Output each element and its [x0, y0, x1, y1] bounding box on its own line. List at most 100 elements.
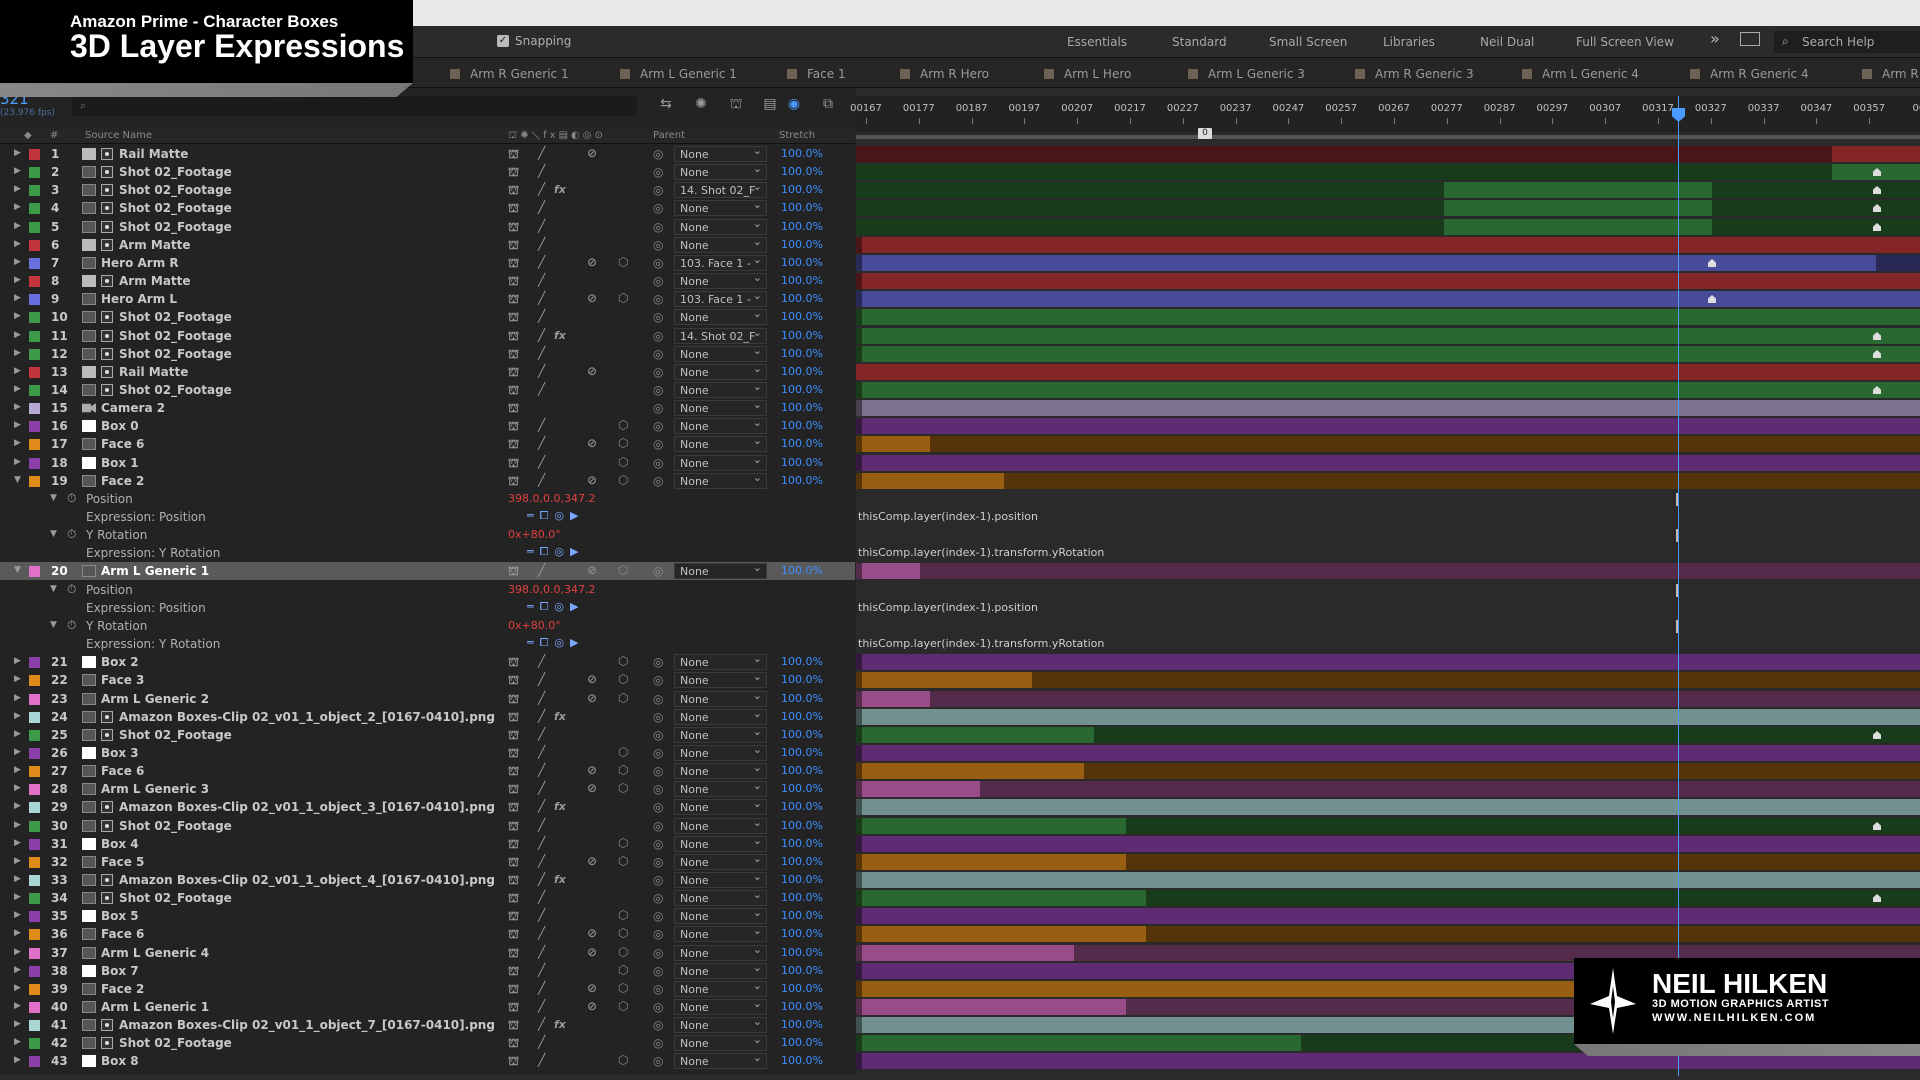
- layer-row[interactable]: ▶ 31 Box 4 ⛫ ╱ ⬡ ◎ None 100.0%: [0, 835, 855, 853]
- layer-row[interactable]: ▶ 7 Hero Arm R ⛫ ╱ ⊘ ⬡ ◎ 103. Face 1 - 100.0%: [0, 254, 855, 272]
- expression-row[interactable]: Expression: Y Rotation ═⧠◎▶: [0, 635, 855, 653]
- layer-bar[interactable]: [862, 237, 1920, 253]
- expression-row[interactable]: Expression: Y Rotation ═⧠◎▶: [0, 544, 855, 562]
- expression-code[interactable]: thisComp.layer(index-1).position: [858, 601, 1038, 614]
- quality-switch-icon[interactable]: ╱: [538, 672, 545, 686]
- shy-switch-icon[interactable]: ⛫: [508, 655, 519, 671]
- comp-tab[interactable]: Face 1: [787, 67, 846, 81]
- pickwhip-icon[interactable]: ◎: [653, 165, 663, 179]
- stretch-value[interactable]: 100.0%: [781, 383, 823, 396]
- quality-switch-icon[interactable]: ╱: [538, 799, 545, 813]
- layer-bar[interactable]: [862, 309, 1920, 325]
- 3d-layer-switch-icon[interactable]: ⬡: [618, 255, 628, 269]
- expand-triangle-icon[interactable]: ▶: [14, 257, 21, 267]
- shy-switch-icon[interactable]: ⛫: [508, 746, 519, 762]
- expand-triangle-icon[interactable]: ▶: [14, 674, 21, 684]
- shy-switch-icon[interactable]: ⛫: [508, 855, 519, 871]
- layer-row[interactable]: ▶ 38 Box 7 ⛫ ╱ ⬡ ◎ None 100.0%: [0, 962, 855, 980]
- stretch-value[interactable]: 100.0%: [781, 855, 823, 868]
- layer-name[interactable]: Face 6: [101, 927, 144, 941]
- quality-switch-icon[interactable]: ╱: [538, 382, 545, 396]
- layer-name[interactable]: Shot 02_Footage: [119, 383, 232, 397]
- layer-bar[interactable]: [1444, 200, 1712, 216]
- parent-dropdown[interactable]: None: [674, 727, 767, 743]
- shy-switch-icon[interactable]: ⛫: [508, 365, 519, 381]
- shy-switch-icon[interactable]: ⛫: [508, 347, 519, 363]
- stretch-value[interactable]: 100.0%: [781, 927, 823, 940]
- quality-switch-icon[interactable]: ╱: [538, 563, 545, 577]
- layer-row[interactable]: ▶ 40 Arm L Generic 1 ⛫ ╱ ⊘ ⬡ ◎ None 100.0%: [0, 998, 855, 1016]
- quality-switch-icon[interactable]: ╱: [538, 691, 545, 705]
- quality-switch-icon[interactable]: ╱: [538, 872, 545, 886]
- layer-bar[interactable]: [862, 563, 920, 579]
- quality-switch-icon[interactable]: ╱: [538, 945, 545, 959]
- 3d-layer-switch-icon[interactable]: ⬡: [618, 291, 628, 305]
- 3d-layer-switch-icon[interactable]: ⬡: [618, 745, 628, 759]
- shy-switch-icon[interactable]: ⛫: [508, 274, 519, 290]
- pickwhip-icon[interactable]: ◎: [653, 819, 663, 833]
- pickwhip-icon[interactable]: ◎: [653, 746, 663, 760]
- parent-dropdown[interactable]: None: [674, 237, 767, 253]
- pickwhip-icon[interactable]: ◎: [653, 891, 663, 905]
- pickwhip-icon[interactable]: ◎: [653, 1054, 663, 1068]
- label-color-swatch[interactable]: [29, 276, 40, 287]
- fx-switch-icon[interactable]: fx: [554, 1018, 566, 1031]
- quality-switch-icon[interactable]: ╱: [538, 1053, 545, 1067]
- stretch-value[interactable]: 100.0%: [781, 401, 823, 414]
- quality-switch-icon[interactable]: ╱: [538, 291, 545, 305]
- expression-row[interactable]: Expression: Position ═⧠◎▶: [0, 508, 855, 526]
- comp-tab[interactable]: Arm L Generic 1: [620, 67, 737, 81]
- quality-switch-icon[interactable]: ╱: [538, 328, 545, 342]
- layer-bar[interactable]: [1444, 219, 1712, 235]
- shy-switch-icon[interactable]: ⛫: [508, 292, 519, 308]
- shy-switch-icon[interactable]: ⛫: [508, 800, 519, 816]
- layer-name[interactable]: Shot 02_Footage: [119, 728, 232, 742]
- 3d-layer-switch-icon[interactable]: ⬡: [618, 563, 628, 577]
- label-color-swatch[interactable]: [29, 403, 40, 414]
- label-color-swatch[interactable]: [29, 240, 40, 251]
- expression-code[interactable]: thisComp.layer(index-1).position: [858, 510, 1038, 523]
- layer-name[interactable]: Box 2: [101, 655, 139, 669]
- shy-switch-icon[interactable]: ⛫: [508, 764, 519, 780]
- layer-name[interactable]: Shot 02_Footage: [119, 819, 232, 833]
- stretch-value[interactable]: 100.0%: [781, 873, 823, 886]
- pickwhip-icon[interactable]: ◎: [653, 982, 663, 996]
- parent-dropdown[interactable]: None: [674, 945, 767, 961]
- parent-dropdown[interactable]: None: [674, 382, 767, 398]
- layer-row[interactable]: ▶ 15 Camera 2 ⛫ ◎ None 100.0%: [0, 399, 855, 417]
- quality-switch-icon[interactable]: ╱: [538, 1035, 545, 1049]
- layer-name[interactable]: Shot 02_Footage: [119, 329, 232, 343]
- 3d-layer-switch-icon[interactable]: ⬡: [618, 963, 628, 977]
- layer-name[interactable]: Box 3: [101, 746, 139, 760]
- expand-triangle-icon[interactable]: ▶: [14, 892, 21, 902]
- label-color-swatch[interactable]: [29, 839, 40, 850]
- quality-switch-icon[interactable]: ╱: [538, 981, 545, 995]
- label-color-swatch[interactable]: [29, 167, 40, 178]
- layer-name[interactable]: Face 3: [101, 673, 144, 687]
- stretch-value[interactable]: 100.0%: [781, 946, 823, 959]
- parent-dropdown[interactable]: None: [674, 164, 767, 180]
- expand-triangle-icon[interactable]: ▶: [14, 1019, 21, 1029]
- quality-switch-icon[interactable]: ╱: [538, 200, 545, 214]
- layer-name[interactable]: Box 8: [101, 1054, 139, 1068]
- shy-switch-icon[interactable]: ⛫: [508, 474, 519, 490]
- property-row[interactable]: ▼ ⏱ Y Rotation 0x+80.0°: [0, 526, 855, 544]
- expand-triangle-icon[interactable]: ▶: [14, 656, 21, 666]
- property-value[interactable]: 398.0,0.0,347.2: [508, 583, 595, 596]
- stretch-value[interactable]: 100.0%: [781, 1018, 823, 1031]
- parent-dropdown[interactable]: None: [674, 309, 767, 325]
- pickwhip-icon[interactable]: ◎: [653, 855, 663, 869]
- fx-switch-icon[interactable]: fx: [554, 329, 566, 342]
- label-color-swatch[interactable]: [29, 185, 40, 196]
- layer-bar[interactable]: [862, 473, 1004, 489]
- shy-switch-icon[interactable]: ⛫: [508, 419, 519, 435]
- quality-switch-icon[interactable]: ╱: [538, 890, 545, 904]
- stretch-value[interactable]: 100.0%: [781, 891, 823, 904]
- layer-name[interactable]: Shot 02_Footage: [119, 201, 232, 215]
- stretch-value[interactable]: 100.0%: [781, 201, 823, 214]
- label-color-swatch[interactable]: [29, 730, 40, 741]
- stretch-value[interactable]: 100.0%: [781, 274, 823, 287]
- quality-switch-icon[interactable]: ╱: [538, 854, 545, 868]
- pickwhip-icon[interactable]: ◎: [653, 1036, 663, 1050]
- workspace-menu-icon[interactable]: [1740, 32, 1760, 46]
